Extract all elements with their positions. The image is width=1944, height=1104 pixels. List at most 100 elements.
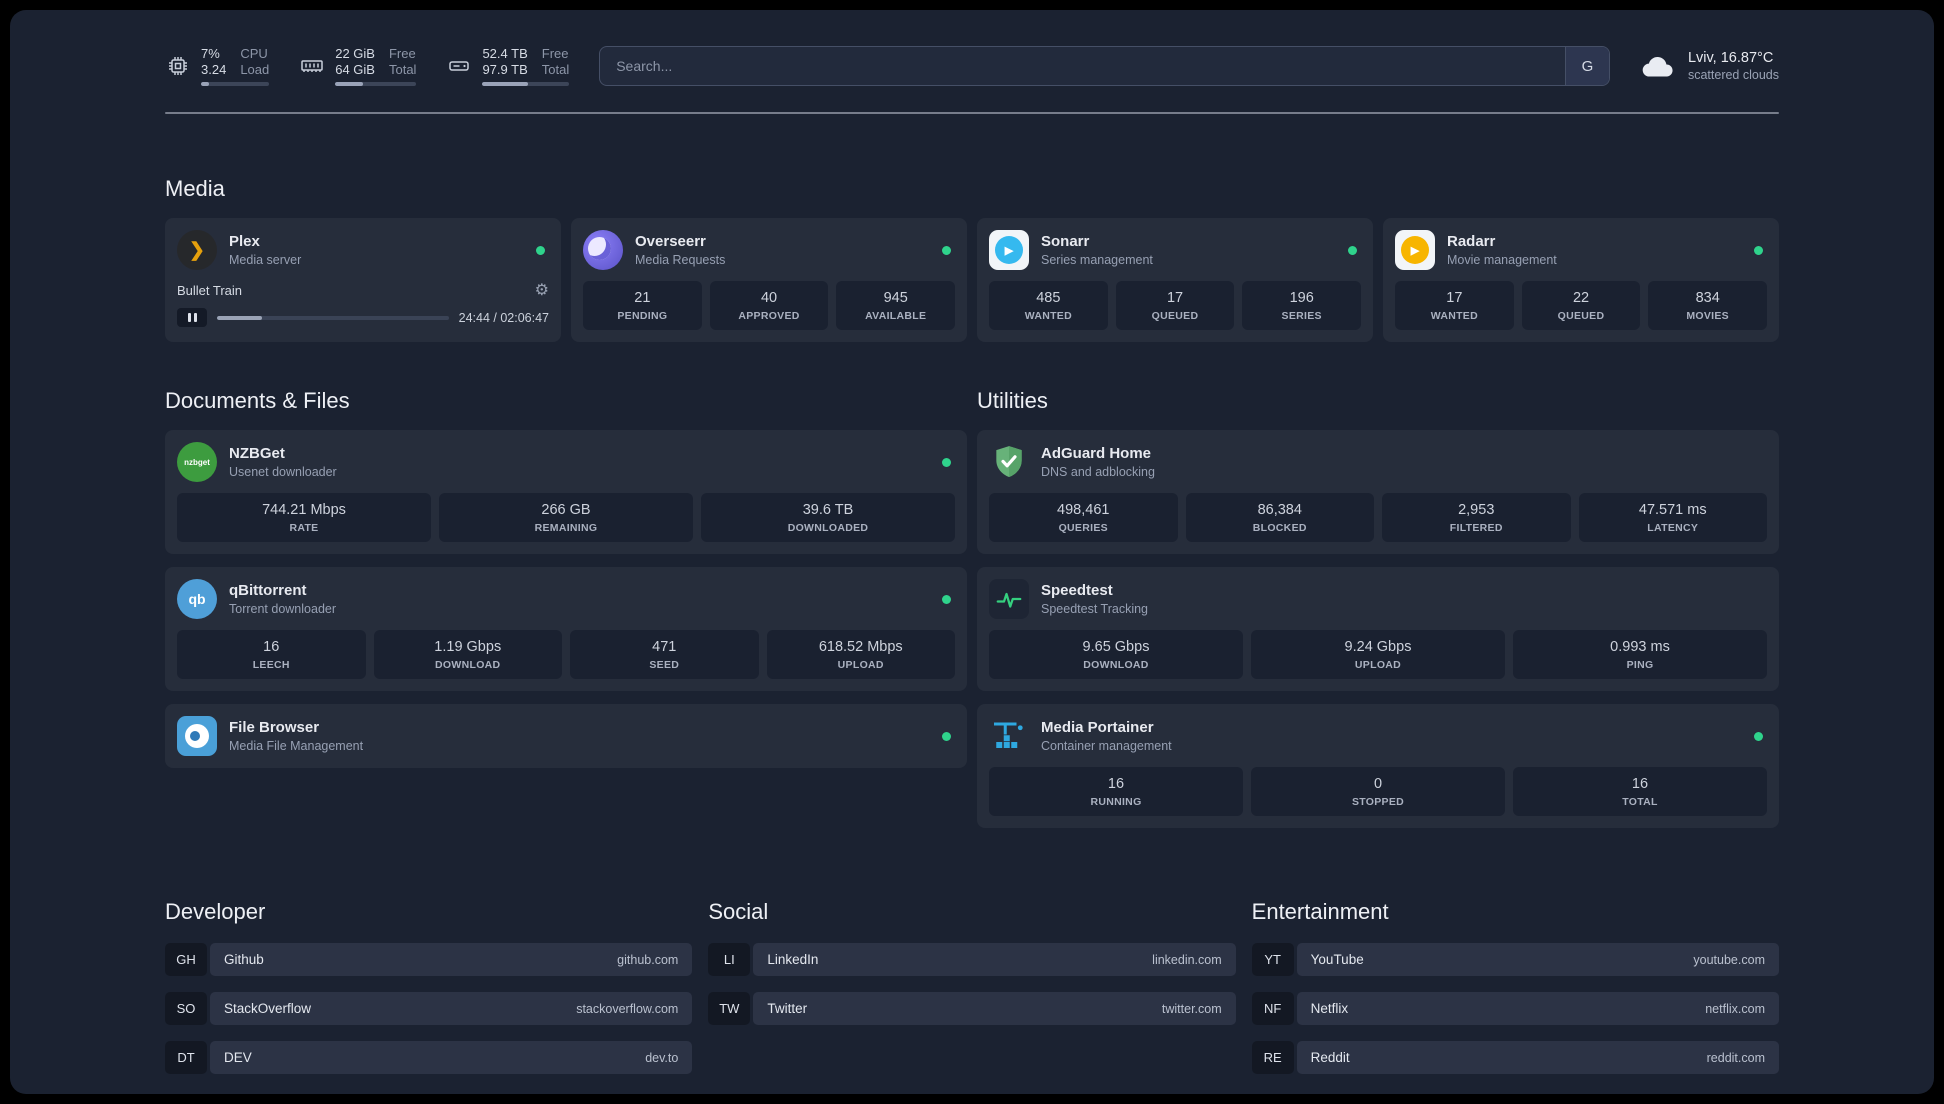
search-provider-button[interactable]: G bbox=[1564, 47, 1609, 85]
service-link-qbittorrent[interactable]: qb qBittorrent Torrent downloader bbox=[177, 579, 955, 619]
stat-value: 2,953 bbox=[1458, 502, 1495, 518]
stat-value: 21 bbox=[634, 290, 651, 306]
disk-total-value: 97.9 TB bbox=[482, 62, 528, 77]
speedtest-icon bbox=[989, 579, 1029, 619]
service-link-filebrowser[interactable]: File Browser Media File Management bbox=[177, 716, 955, 756]
disk-free-value: 52.4 TB bbox=[482, 46, 528, 61]
service-link-plex[interactable]: ❯ Plex Media server bbox=[177, 230, 549, 270]
bookmark-url: linkedin.com bbox=[1152, 952, 1222, 967]
service-link-overseerr[interactable]: Overseerr Media Requests bbox=[583, 230, 955, 270]
stat-label: LATENCY bbox=[1647, 522, 1699, 534]
weather-widget[interactable]: Lviv, 16.87°C scattered clouds bbox=[1640, 48, 1779, 84]
stat-label: UPLOAD bbox=[837, 659, 884, 671]
weather-location: Lviv, 16.87°C bbox=[1687, 50, 1774, 66]
service-subtitle: Media server bbox=[229, 253, 302, 267]
service-link-portainer[interactable]: Media Portainer Container management bbox=[989, 716, 1767, 756]
stat-downloaded: 39.6 TB DOWNLOADED bbox=[701, 493, 955, 542]
service-card-radarr: ▶ Radarr Movie management 17 WANTED 22 Q… bbox=[1383, 218, 1779, 342]
stat-value: 16 bbox=[263, 639, 280, 655]
service-link-nzbget[interactable]: nzbget NZBGet Usenet downloader bbox=[177, 442, 955, 482]
memory-progress-bar bbox=[335, 82, 417, 86]
stat-value: 16 bbox=[1631, 776, 1649, 792]
bookmarks-developer: Developer GH Github github.com SO StackO… bbox=[165, 899, 693, 1090]
stats-row: 485 WANTED 17 QUEUED 196 SERIES bbox=[989, 281, 1362, 330]
section-title-documents: Documents & Files bbox=[165, 388, 350, 413]
bookmark-abbr: GH bbox=[165, 943, 207, 976]
bookmark-name: Github bbox=[224, 952, 264, 967]
service-subtitle: Speedtest Tracking bbox=[1041, 602, 1149, 616]
stat-label: REMAINING bbox=[534, 522, 598, 534]
bookmark-name: Reddit bbox=[1310, 1050, 1350, 1065]
stat-value: 618.52 Mbps bbox=[818, 639, 903, 655]
stats-row: 498,461 QUERIES 86,384 BLOCKED 2,953 FIL… bbox=[989, 493, 1767, 542]
bookmark-youtube[interactable]: YT YouTube youtube.com bbox=[1251, 943, 1779, 976]
bookmark-stackoverflow[interactable]: SO StackOverflow stackoverflow.com bbox=[165, 992, 693, 1025]
stat-rate: 744.21 Mbps RATE bbox=[177, 493, 431, 542]
plex-icon: ❯ bbox=[177, 230, 217, 270]
disk-icon bbox=[446, 53, 472, 79]
topbar-divider bbox=[165, 112, 1779, 114]
stat-remaining: 266 GB REMAINING bbox=[439, 493, 693, 542]
bookmark-abbr: TW bbox=[708, 992, 751, 1025]
stat-value: 485 bbox=[1036, 290, 1061, 306]
service-card-portainer: Media Portainer Container management 16 … bbox=[977, 704, 1779, 828]
stat-value: 47.571 ms bbox=[1638, 502, 1707, 518]
bookmark-name: YouTube bbox=[1310, 952, 1364, 967]
stat-series: 196 SERIES bbox=[1242, 281, 1362, 330]
bookmark-dev[interactable]: DT DEV dev.to bbox=[165, 1041, 693, 1074]
stats-row: 16 LEECH 1.19 Gbps DOWNLOAD 471 SEED 618… bbox=[177, 630, 955, 679]
service-name: AdGuard Home bbox=[1041, 445, 1152, 462]
bookmark-name: DEV bbox=[224, 1050, 252, 1065]
utilities-column: Utilities AdGuard Home DNS and adblockin… bbox=[977, 388, 1779, 841]
gear-icon[interactable]: ⚙ bbox=[535, 280, 549, 300]
stat-blocked: 86,384 BLOCKED bbox=[1185, 493, 1374, 542]
service-subtitle: Movie management bbox=[1447, 253, 1557, 267]
search-input[interactable] bbox=[600, 47, 1565, 85]
service-link-speedtest[interactable]: Speedtest Speedtest Tracking bbox=[989, 579, 1767, 619]
section-title-developer: Developer bbox=[165, 899, 266, 924]
stats-row: 17 WANTED 22 QUEUED 834 MOVIES bbox=[1395, 281, 1768, 330]
overseerr-icon bbox=[583, 230, 623, 270]
bookmark-github[interactable]: GH Github github.com bbox=[165, 943, 693, 976]
bookmark-reddit[interactable]: RE Reddit reddit.com bbox=[1251, 1041, 1779, 1074]
stat-label: QUERIES bbox=[1058, 522, 1108, 534]
cpu-widget: 7% CPU 3.24 Load bbox=[165, 46, 270, 86]
memory-free-value: 22 GiB bbox=[335, 46, 375, 61]
stat-upload: 9.24 Gbps UPLOAD bbox=[1251, 630, 1505, 679]
status-dot bbox=[1754, 731, 1763, 741]
top-bar: 7% CPU 3.24 Load 22 GiB Free 64 GiB Tota… bbox=[165, 40, 1779, 92]
stat-label: WANTED bbox=[1024, 310, 1072, 322]
bookmark-linkedin[interactable]: LI LinkedIn linkedin.com bbox=[708, 943, 1236, 976]
service-link-sonarr[interactable]: ▶ Sonarr Series management bbox=[989, 230, 1361, 270]
stat-value: 17 bbox=[1446, 290, 1463, 306]
pause-button[interactable] bbox=[177, 308, 207, 327]
memory-total-value: 64 GiB bbox=[335, 62, 375, 77]
bookmark-netflix[interactable]: NF Netflix netflix.com bbox=[1251, 992, 1779, 1025]
dashboard-window: 7% CPU 3.24 Load 22 GiB Free 64 GiB Tota… bbox=[10, 10, 1934, 1094]
stat-label: APPROVED bbox=[738, 310, 800, 322]
service-card-filebrowser: File Browser Media File Management bbox=[165, 704, 967, 768]
disk-total-label: Total bbox=[541, 62, 570, 77]
plex-now-playing: Bullet Train ⚙ 24:44 / 02:06:47 bbox=[177, 280, 549, 327]
service-subtitle: Media Requests bbox=[635, 253, 726, 267]
documents-column: Documents & Files nzbget NZBGet Usenet d… bbox=[165, 388, 967, 781]
cpu-progress-bar bbox=[201, 82, 270, 86]
nzbget-icon: nzbget bbox=[177, 442, 217, 482]
bookmark-abbr: DT bbox=[165, 1041, 207, 1074]
stat-label: WANTED bbox=[1430, 310, 1478, 322]
sonarr-icon: ▶ bbox=[989, 230, 1029, 270]
stat-wanted: 485 WANTED bbox=[989, 281, 1108, 330]
service-link-radarr[interactable]: ▶ Radarr Movie management bbox=[1395, 230, 1767, 270]
stat-value: 834 bbox=[1695, 290, 1720, 306]
bookmark-twitter[interactable]: TW Twitter twitter.com bbox=[708, 992, 1236, 1025]
stat-value: 22 bbox=[1572, 290, 1590, 306]
bookmark-abbr: YT bbox=[1251, 943, 1294, 976]
stat-label: TOTAL bbox=[1622, 796, 1658, 808]
playback-progress-bar[interactable] bbox=[217, 315, 449, 320]
service-name: Plex bbox=[229, 233, 260, 250]
service-card-sonarr: ▶ Sonarr Series management 485 WANTED 17… bbox=[977, 218, 1373, 342]
disk-free-label: Free bbox=[541, 46, 569, 61]
stats-row: 9.65 Gbps DOWNLOAD 9.24 Gbps UPLOAD 0.99… bbox=[989, 630, 1767, 679]
service-card-qbittorrent: qb qBittorrent Torrent downloader 16 LEE… bbox=[165, 567, 967, 691]
service-link-adguard[interactable]: AdGuard Home DNS and adblocking bbox=[989, 442, 1767, 482]
